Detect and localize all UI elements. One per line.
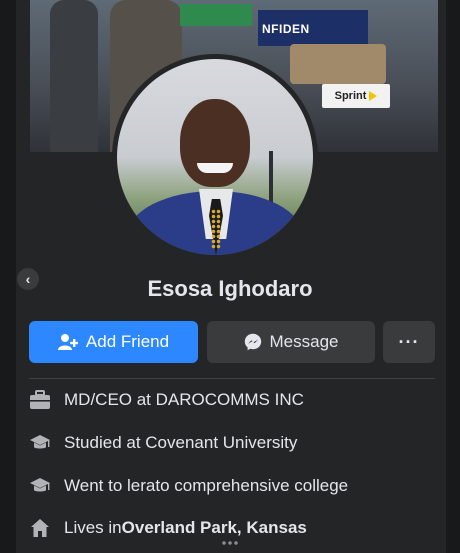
graduation-cap-icon [29, 475, 51, 497]
detail-location: Lives in Overland Park, Kansas [29, 517, 435, 539]
graduation-cap-icon [29, 432, 51, 454]
sprint-logo-icon [369, 91, 378, 101]
briefcase-icon [29, 389, 51, 411]
page-indicator-dots [221, 541, 239, 545]
profile-picture[interactable] [117, 59, 313, 255]
detail-work: MD/CEO at DAROCOMMS INC [29, 389, 435, 411]
messenger-icon [244, 333, 262, 351]
more-options-button[interactable]: ··· [383, 321, 435, 363]
detail-location-prefix: Lives in [64, 518, 122, 537]
detail-college: Went to lerato comprehensive college [29, 475, 435, 497]
detail-work-text: MD/CEO at DAROCOMMS INC [64, 390, 304, 409]
add-friend-button[interactable]: Add Friend [29, 321, 198, 363]
cover-banner-text: NFIDEN [262, 22, 310, 36]
detail-location-link[interactable]: Overland Park, Kansas [122, 518, 307, 538]
cover-sprint-sign: Sprint [322, 84, 390, 108]
section-divider [29, 378, 435, 379]
add-person-icon [57, 333, 78, 351]
detail-university: Studied at Covenant University [29, 432, 435, 454]
home-icon [29, 517, 51, 539]
add-friend-label: Add Friend [85, 332, 170, 351]
message-button[interactable]: Message [207, 321, 375, 363]
cover-screen [180, 4, 252, 26]
message-label: Message [269, 332, 339, 351]
cover-building-model [290, 44, 386, 84]
profile-picture-frame[interactable] [112, 54, 318, 260]
detail-university-text: Studied at Covenant University [64, 433, 298, 452]
avatar-head [180, 99, 250, 187]
cover-person-left [50, 0, 98, 152]
detail-college-text: Went to lerato comprehensive college [64, 476, 349, 495]
avatar-tie-pattern [211, 209, 221, 249]
avatar-smile [197, 163, 233, 173]
profile-name: Esosa Ighodaro [147, 276, 313, 301]
more-dots-icon: ··· [398, 331, 420, 352]
cover-sign-text: Sprint [334, 90, 367, 102]
